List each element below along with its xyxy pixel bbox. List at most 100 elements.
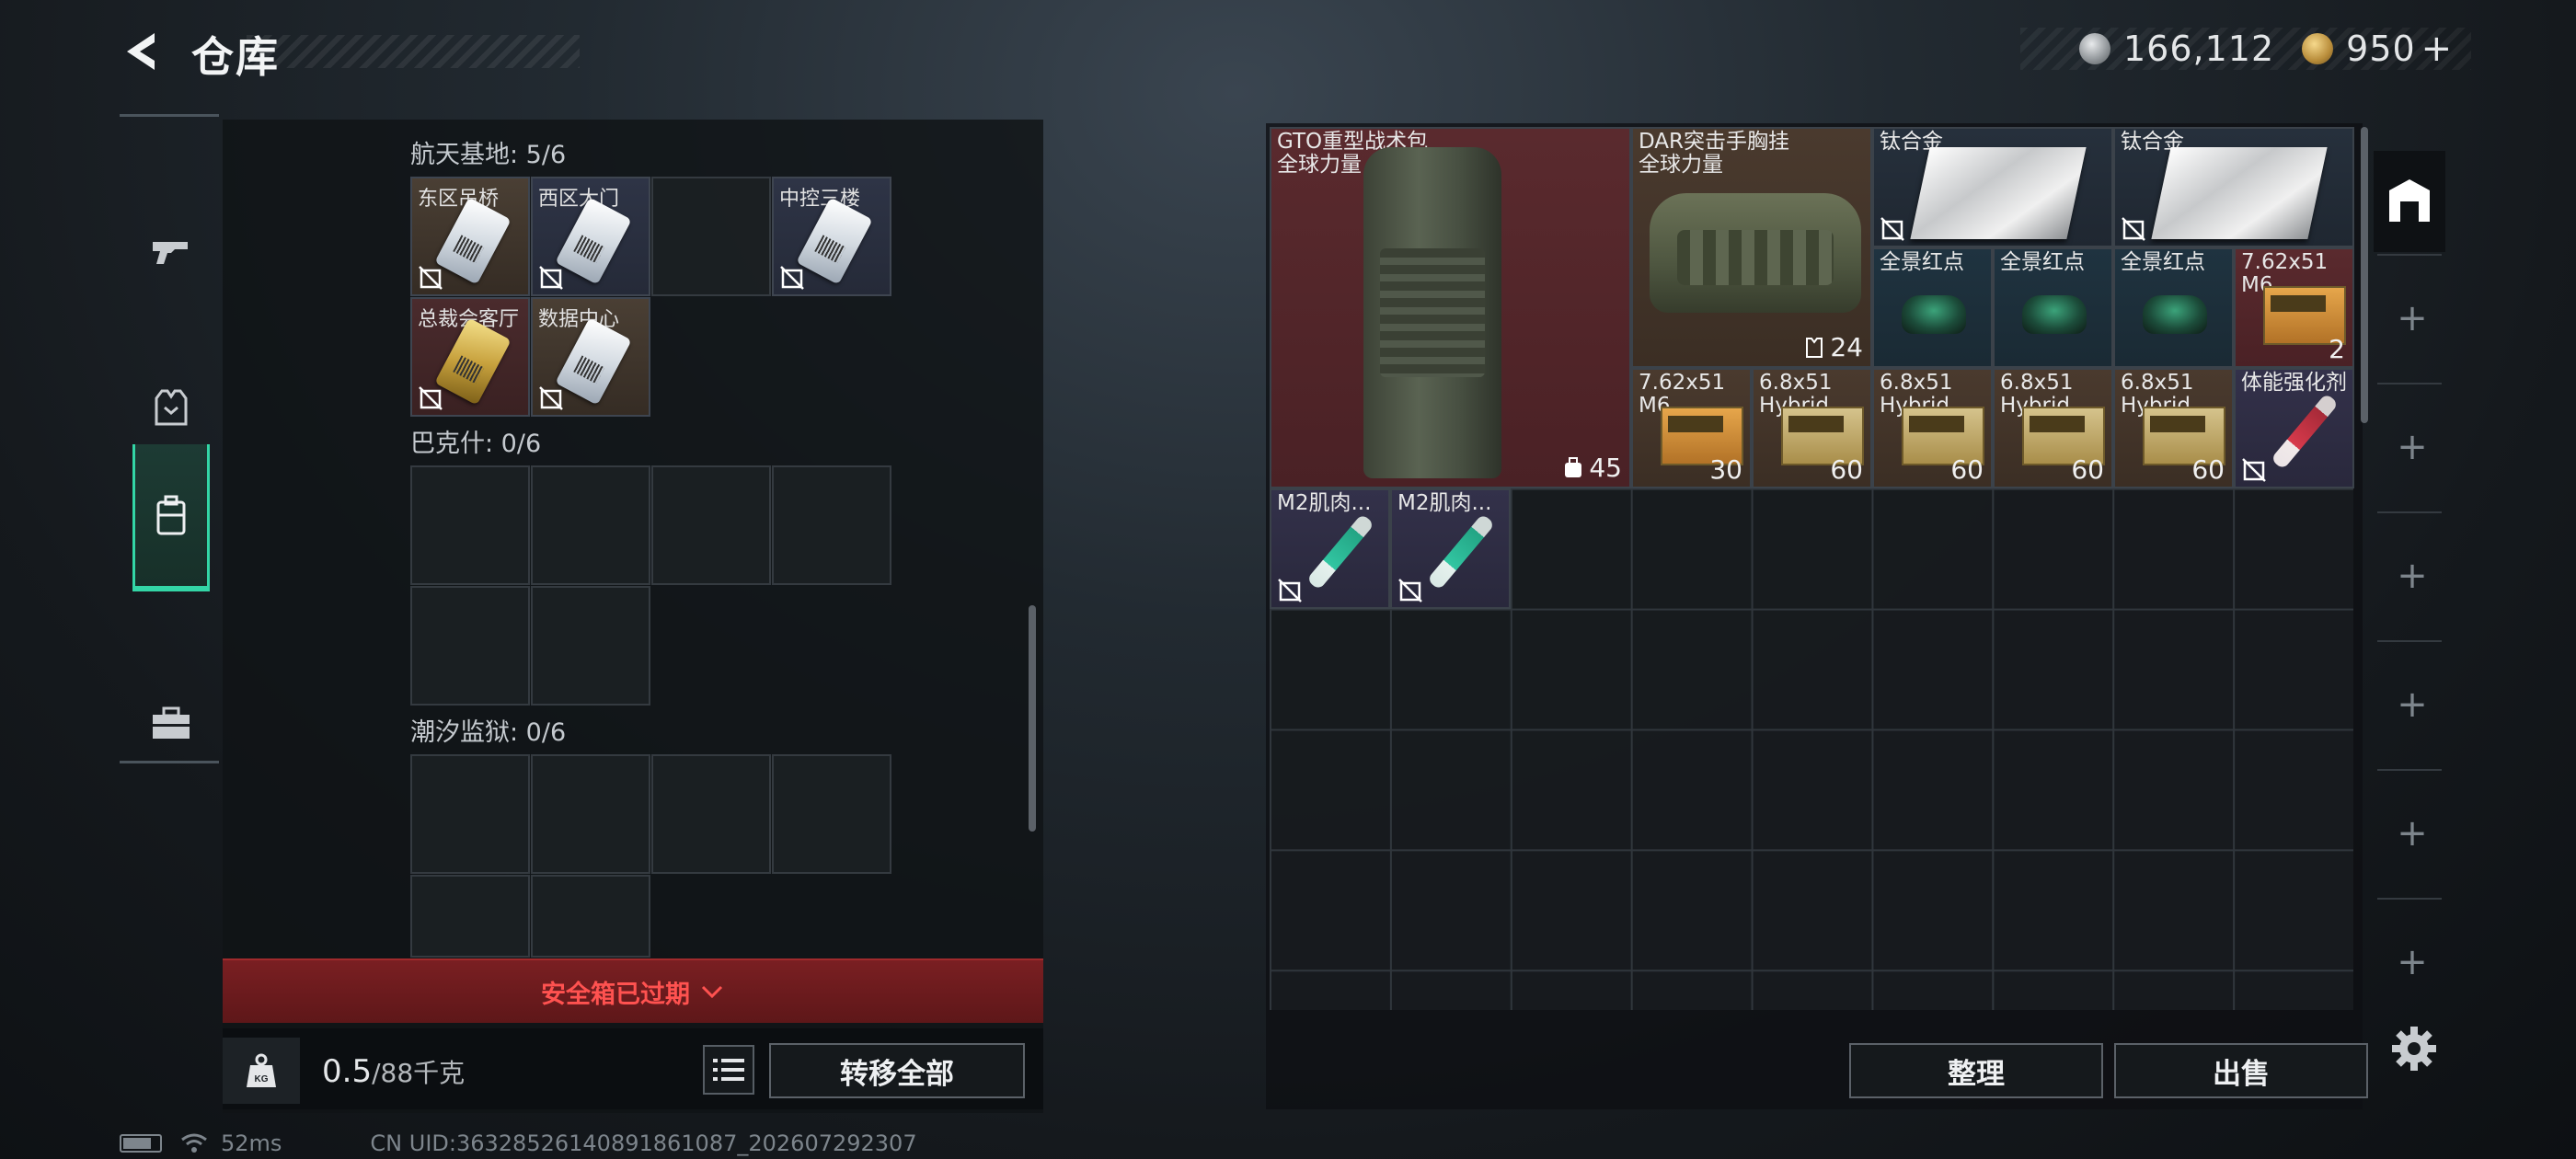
item-count: 2 <box>2329 334 2345 364</box>
bag-capacity-icon <box>1565 456 1582 477</box>
item-name: 全景红点 <box>1880 250 1964 274</box>
gear-icon[interactable] <box>2388 1023 2440 1074</box>
add-stash-tab-icon[interactable]: + <box>2396 686 2429 723</box>
ping-text: 52ms <box>221 1130 282 1156</box>
rail-divider <box>2377 898 2442 900</box>
empty-key-slot[interactable] <box>651 754 771 874</box>
red-dot-sight-image <box>2022 295 2087 334</box>
stash-item-chest-rig[interactable]: DAR突击手胸挂 全球力量 24 <box>1631 127 1872 368</box>
no-bag-icon <box>2122 217 2145 241</box>
add-stash-tab-icon[interactable]: + <box>2396 300 2429 337</box>
empty-key-slot[interactable] <box>531 875 650 958</box>
vest-icon <box>155 389 188 426</box>
empty-key-slot[interactable] <box>410 586 530 706</box>
silver-coin-icon <box>2079 33 2110 64</box>
weight-max: /88千克 <box>372 1058 466 1088</box>
titanium-image <box>2151 147 2328 239</box>
stash-item-titanium[interactable]: 钛合金 <box>2113 127 2354 247</box>
capacity-badge: 45 <box>1563 453 1622 483</box>
key-item[interactable]: 数据中心 <box>531 297 650 417</box>
no-bag-icon <box>2242 458 2266 482</box>
safebox-scrollbar[interactable] <box>1029 605 1036 832</box>
backpack-image <box>1363 147 1501 478</box>
empty-key-slot[interactable] <box>531 754 650 874</box>
stash-item-red-dot[interactable]: 全景红点 <box>1993 247 2113 368</box>
sell-button[interactable]: 出售 <box>2114 1043 2368 1098</box>
stash-item-stim[interactable]: 体能强化剂 <box>2234 368 2354 488</box>
empty-key-slot[interactable] <box>410 465 530 585</box>
gold-coin-icon <box>2302 33 2334 64</box>
section-title-bakhsh: 巴克什: 0/6 <box>410 430 542 458</box>
item-count: 60 <box>1830 454 1863 485</box>
red-dot-sight-image <box>1902 295 1966 334</box>
status-bar: 52ms CN UID:3632852614089186108​7_202607… <box>120 1130 917 1157</box>
stash-item-stim[interactable]: M2肌肉... <box>1390 488 1511 609</box>
no-bag-icon <box>1880 217 1904 241</box>
empty-key-slot[interactable] <box>772 754 891 874</box>
stash-item-ammo[interactable]: 7.62x51 M6... 30 <box>1631 368 1752 488</box>
add-stash-tab-icon[interactable]: + <box>2396 815 2429 852</box>
vest-capacity-icon <box>1806 337 1823 358</box>
backpack-icon <box>156 495 186 535</box>
safebox-expired-banner[interactable]: 安全箱已过期 <box>223 958 1043 1023</box>
section-title-tidal-prison: 潮汐监狱: 0/6 <box>410 718 567 747</box>
rail-divider <box>2377 383 2442 384</box>
item-name: DAR突击手胸挂 全球力量 <box>1639 130 1790 177</box>
transfer-all-button[interactable]: 转移全部 <box>769 1043 1025 1098</box>
key-item[interactable]: 总裁会客厅 <box>410 297 530 417</box>
item-name: 体能强化剂 <box>2241 371 2347 395</box>
empty-key-slot[interactable] <box>772 465 891 585</box>
stash-item-ammo[interactable]: 7.62x51 M6... 2 <box>2234 247 2354 368</box>
stash-tab-main[interactable] <box>2374 151 2445 252</box>
stash-item-backpack[interactable]: GTO重型战术包 全球力量 45 <box>1270 127 1631 488</box>
list-view-button[interactable] <box>703 1045 754 1095</box>
add-stash-tab-icon[interactable]: + <box>2396 557 2429 594</box>
empty-key-slot[interactable] <box>531 465 650 585</box>
stash-scrollbar[interactable] <box>2361 127 2368 423</box>
add-gold-button[interactable]: + <box>2421 28 2453 70</box>
no-bag-icon <box>419 386 443 410</box>
item-name: M2肌肉... <box>1277 491 1372 515</box>
back-arrow-icon[interactable] <box>118 28 166 75</box>
key-item[interactable]: 西区大门 <box>531 177 650 296</box>
sort-button[interactable]: 整理 <box>1849 1043 2103 1098</box>
title-decoration <box>247 35 580 68</box>
add-stash-tab-icon[interactable]: + <box>2396 429 2429 465</box>
kg-weight-icon: KG <box>247 1053 276 1087</box>
stash-item-ammo[interactable]: 6.8x51 Hybrid 60 <box>2113 368 2234 488</box>
item-name: M2肌肉... <box>1397 491 1492 515</box>
rail-divider <box>2377 511 2442 513</box>
syringe-image <box>2270 393 2340 470</box>
key-item[interactable]: 中控三楼 <box>772 177 891 296</box>
red-dot-sight-image <box>2143 295 2207 334</box>
stash-item-ammo[interactable]: 6.8x51 Hybrid 60 <box>1872 368 1993 488</box>
stash-item-red-dot[interactable]: 全景红点 <box>1872 247 1993 368</box>
empty-key-slot[interactable] <box>651 177 771 296</box>
key-item[interactable]: 东区吊桥 <box>410 177 530 296</box>
stash-item-red-dot[interactable]: 全景红点 <box>2113 247 2234 368</box>
weight-readout: 0.5/88千克 <box>322 1053 465 1090</box>
rail-divider <box>2377 254 2442 256</box>
nav-weapon[interactable] <box>132 178 210 325</box>
empty-key-slot[interactable] <box>410 875 530 958</box>
nav-backpack[interactable] <box>132 444 210 591</box>
battery-icon <box>120 1134 162 1153</box>
toolbox-icon <box>153 706 190 739</box>
nav-toolbox[interactable] <box>132 650 210 798</box>
item-count: 30 <box>1709 454 1742 485</box>
chest-rig-image <box>1650 193 1861 313</box>
list-icon <box>713 1059 744 1081</box>
empty-key-slot[interactable] <box>410 754 530 874</box>
stash-item-ammo[interactable]: 6.8x51 Hybrid 60 <box>1752 368 1872 488</box>
wifi-icon <box>181 1133 207 1153</box>
no-bag-icon <box>539 386 563 410</box>
stash-item-ammo[interactable]: 6.8x51 Hybrid 60 <box>1993 368 2113 488</box>
titanium-image <box>1910 147 2087 239</box>
empty-key-slot[interactable] <box>651 465 771 585</box>
stash-item-titanium[interactable]: 钛合金 <box>1872 127 2113 247</box>
stash-item-stim[interactable]: M2肌肉... <box>1270 488 1390 609</box>
empty-key-slot[interactable] <box>531 586 650 706</box>
weight-value: 0.5 <box>322 1053 373 1090</box>
add-stash-tab-icon[interactable]: + <box>2396 944 2429 981</box>
item-count: 60 <box>2191 454 2225 485</box>
